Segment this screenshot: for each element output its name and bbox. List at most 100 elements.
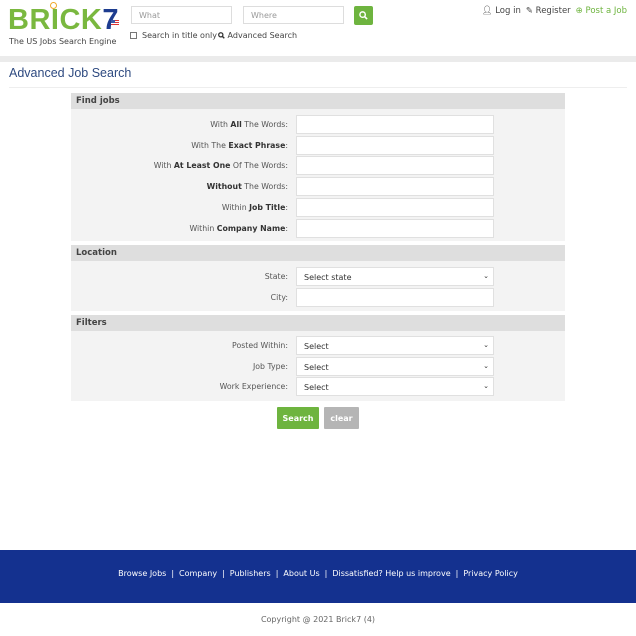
register-link[interactable]: ✎ Register xyxy=(526,6,571,16)
login-label: Log in xyxy=(495,6,521,16)
footer-separator: | xyxy=(275,569,279,578)
header-search-button[interactable] xyxy=(354,6,373,25)
jobtype-row: Job Type: Select ⌄ xyxy=(71,357,565,376)
advanced-search-link[interactable]: Advanced Search xyxy=(218,31,297,40)
filters-heading: Filters xyxy=(71,315,565,331)
label-text: Within xyxy=(221,203,250,212)
logo-text: BRICK xyxy=(8,4,103,36)
footer-separator: | xyxy=(324,569,328,578)
job-type-value: Select xyxy=(304,363,329,372)
footer-separator: | xyxy=(222,569,225,578)
state-row: State: Select state ⌄ xyxy=(71,267,565,286)
clear-button[interactable]: clear xyxy=(324,407,359,429)
brick7-logo[interactable]: BRICK7 xyxy=(8,2,119,36)
advanced-search-label: Advanced Search xyxy=(227,31,298,40)
find-jobs-input[interactable] xyxy=(296,198,494,217)
footer-link[interactable]: Browse Jobs xyxy=(118,569,166,578)
title-only-checkbox[interactable] xyxy=(130,32,137,39)
plus-circle-icon: ⊕ xyxy=(575,6,583,16)
city-label: City: xyxy=(270,293,288,302)
label-text: With xyxy=(210,120,231,129)
posted-row: Posted Within: Select ⌄ xyxy=(71,336,565,355)
footer-separator: | xyxy=(171,569,175,578)
work-experience-label: Work Experience: xyxy=(219,382,288,391)
find-jobs-row: With At Least One Of The Words: xyxy=(71,156,565,175)
post-job-link[interactable]: ⊕ Post a Job xyxy=(576,6,627,16)
find-jobs-row: Within Job Title: xyxy=(71,198,565,217)
field-label: With At Least One Of The Words: xyxy=(154,161,288,170)
chevron-down-icon: ⌄ xyxy=(483,272,489,280)
login-link[interactable]: 👤︎ Log in xyxy=(482,6,521,16)
label-text: The Words: xyxy=(241,120,288,129)
posted-within-select[interactable]: Select ⌄ xyxy=(296,336,494,355)
label-emphasis: Exact Phrase xyxy=(228,141,286,150)
chevron-down-icon: ⌄ xyxy=(483,341,489,349)
posted-within-label: Posted Within: xyxy=(232,341,288,350)
find-jobs-input[interactable] xyxy=(296,219,494,238)
field-label: Within Job Title: xyxy=(222,203,288,212)
account-links: 👤︎ Log in ✎ Register ⊕ Post a Job xyxy=(482,6,627,16)
filters-section: Filters Posted Within: Select ⌄ Job Type:… xyxy=(71,315,565,401)
field-label: Within Company Name: xyxy=(189,224,288,233)
label-text: The Words: xyxy=(241,182,288,191)
title-only-label: Search in title only xyxy=(142,31,217,40)
label-text: : xyxy=(285,141,288,150)
label-text: Of The Words: xyxy=(230,161,288,170)
field-label: With All The Words: xyxy=(210,120,288,129)
search-icon xyxy=(359,11,368,20)
experience-row: Work Experience: Select ⌄ xyxy=(71,377,565,396)
find-jobs-input[interactable] xyxy=(296,177,494,196)
chevron-down-icon: ⌄ xyxy=(483,362,489,370)
field-label: Without The Words: xyxy=(207,182,288,191)
footer-link[interactable]: Company xyxy=(179,569,217,578)
footer-link[interactable]: Publishers xyxy=(230,569,271,578)
find-jobs-row: Within Company Name: xyxy=(71,219,565,238)
find-jobs-row: Without The Words: xyxy=(71,177,565,196)
find-jobs-input[interactable] xyxy=(296,115,494,134)
state-label: State: xyxy=(264,272,288,281)
state-select[interactable]: Select state ⌄ xyxy=(296,267,494,286)
work-experience-value: Select xyxy=(304,383,329,392)
label-text: : xyxy=(285,224,288,233)
label-emphasis: Without xyxy=(206,182,242,191)
footer-link[interactable]: Dissatisfied? Help us improve xyxy=(332,569,450,578)
find-jobs-heading: Find jobs xyxy=(71,93,565,109)
label-emphasis: All xyxy=(230,120,242,129)
logo-dot xyxy=(50,2,57,9)
job-type-label: Job Type: xyxy=(252,362,288,371)
site-footer: Browse Jobs | Company | Publishers | About Us |… xyxy=(0,550,636,603)
post-job-label: Post a Job xyxy=(585,6,628,16)
city-input[interactable] xyxy=(296,288,494,307)
footer-link[interactable]: About Us xyxy=(283,569,319,578)
find-jobs-input[interactable] xyxy=(296,156,494,175)
find-jobs-section: Find jobs With All The Words: With The Ex… xyxy=(71,93,565,241)
label-emphasis: At Least One xyxy=(173,161,231,170)
field-label: With The Exact Phrase: xyxy=(191,141,288,150)
label-text: With xyxy=(153,161,174,170)
search-icon xyxy=(218,32,225,39)
location-section: Location State: Select state ⌄ City: xyxy=(71,245,565,311)
location-heading: Location xyxy=(71,245,565,261)
label-emphasis: Company Name xyxy=(216,224,286,233)
search-button[interactable]: Search xyxy=(277,407,319,429)
label-text: : xyxy=(285,203,288,212)
find-jobs-input[interactable] xyxy=(296,136,494,155)
work-experience-select[interactable]: Select ⌄ xyxy=(296,377,494,396)
job-type-select[interactable]: Select ⌄ xyxy=(296,357,494,376)
user-icon: 👤︎ xyxy=(481,6,493,16)
label-text: Within xyxy=(189,224,217,233)
footer-links: Browse Jobs | Company | Publishers | About Us |… xyxy=(0,569,636,578)
copyright: Copyright @ 2021 Brick7 (4) xyxy=(260,615,376,624)
city-row: City: xyxy=(71,288,565,307)
header-divider xyxy=(0,56,636,62)
site-header: BRICK7 The US Jobs Search Engine What Wh… xyxy=(0,0,636,56)
tagline: The US Jobs Search Engine xyxy=(9,37,117,46)
where-input[interactable]: Where xyxy=(243,6,344,24)
footer-link[interactable]: Privacy Policy xyxy=(463,569,518,578)
title-divider xyxy=(9,87,627,88)
page-title: Advanced Job Search xyxy=(9,66,132,80)
what-input[interactable]: What xyxy=(131,6,232,24)
pencil-icon: ✎ xyxy=(525,6,533,16)
footer-separator: | xyxy=(455,569,459,578)
label-text: With The xyxy=(191,141,229,150)
